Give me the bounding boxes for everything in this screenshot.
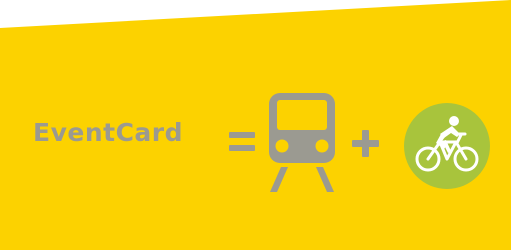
plus-icon xyxy=(352,130,379,157)
equals-icon xyxy=(229,132,255,151)
bicycle-icon xyxy=(404,103,490,189)
train-icon xyxy=(269,93,335,192)
banner: EventCard xyxy=(0,0,511,250)
eventcard-title: EventCard xyxy=(33,118,184,147)
